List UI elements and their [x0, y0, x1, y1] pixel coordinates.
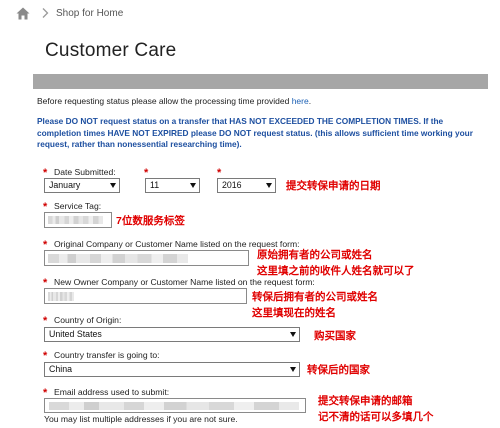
- breadcrumb-link-shop-for-home[interactable]: Shop for Home: [56, 8, 123, 19]
- annotation-date: 提交转保申请的日期: [286, 180, 381, 192]
- required-mark: *: [43, 350, 48, 362]
- service-tag-label: Service Tag:: [54, 201, 102, 211]
- processing-time-link[interactable]: here: [292, 96, 309, 106]
- email-hint-text: You may list multiple addresses if you a…: [44, 414, 238, 424]
- required-mark: *: [43, 315, 48, 327]
- status-warning-notice: Please DO NOT request status on a transf…: [37, 116, 473, 149]
- annotation-new-owner: 转保后拥有者的公司或姓名: [252, 291, 378, 303]
- redacted-text: [48, 292, 74, 301]
- dropdown-arrow-icon: [190, 183, 196, 188]
- page-title: Customer Care: [45, 40, 177, 61]
- annotation-email: 提交转保申请的邮箱: [318, 395, 413, 407]
- date-submitted-label: Date Submitted:: [54, 167, 116, 177]
- header-bar: [33, 74, 488, 89]
- dropdown-arrow-icon: [290, 332, 296, 337]
- chevron-right-icon: [42, 8, 49, 18]
- annotation-email-hint: 记不清的话可以多填几个: [318, 411, 434, 423]
- year-select[interactable]: 2016: [217, 178, 276, 193]
- annotation-new-owner-hint: 这里填现在的姓名: [252, 307, 336, 319]
- dropdown-arrow-icon: [110, 183, 116, 188]
- country-of-origin-select[interactable]: United States: [44, 327, 300, 342]
- email-input[interactable]: [44, 398, 306, 413]
- redacted-text: [49, 402, 299, 410]
- intro-text-body: Before requesting status please allow th…: [37, 96, 292, 106]
- original-owner-input[interactable]: [44, 250, 249, 266]
- email-label: Email address used to submit:: [54, 387, 170, 397]
- intro-text-end: .: [308, 96, 312, 106]
- annotation-service-tag: 7位数服务标签: [116, 215, 185, 227]
- year-select-value: 2016: [222, 180, 242, 190]
- intro-text: Before requesting status please allow th…: [37, 96, 311, 106]
- day-select[interactable]: 11: [145, 178, 200, 193]
- destination-country-label: Country transfer is going to:: [54, 350, 160, 360]
- country-of-origin-value: United States: [49, 329, 102, 339]
- month-select-value: January: [49, 180, 81, 190]
- destination-country-select[interactable]: China: [44, 362, 300, 377]
- redacted-text: [48, 216, 103, 224]
- redacted-text: [48, 254, 188, 263]
- annotation-original-owner-hint: 这里填之前的收件人姓名就可以了: [257, 265, 415, 277]
- destination-country-value: China: [49, 364, 72, 374]
- annotation-destination: 转保后的国家: [307, 364, 370, 376]
- breadcrumb: Shop for Home: [16, 5, 123, 21]
- new-owner-label: New Owner Company or Customer Name liste…: [54, 277, 315, 287]
- month-select[interactable]: January: [44, 178, 120, 193]
- new-owner-input[interactable]: [44, 288, 247, 304]
- home-icon[interactable]: [16, 7, 30, 20]
- annotation-original-owner: 原始拥有者的公司或姓名: [257, 249, 373, 261]
- annotation-origin: 购买国家: [314, 330, 356, 342]
- day-select-value: 11: [150, 180, 160, 190]
- country-of-origin-label: Country of Origin:: [54, 315, 122, 325]
- dropdown-arrow-icon: [266, 183, 272, 188]
- dropdown-arrow-icon: [290, 367, 296, 372]
- service-tag-input[interactable]: [44, 212, 112, 228]
